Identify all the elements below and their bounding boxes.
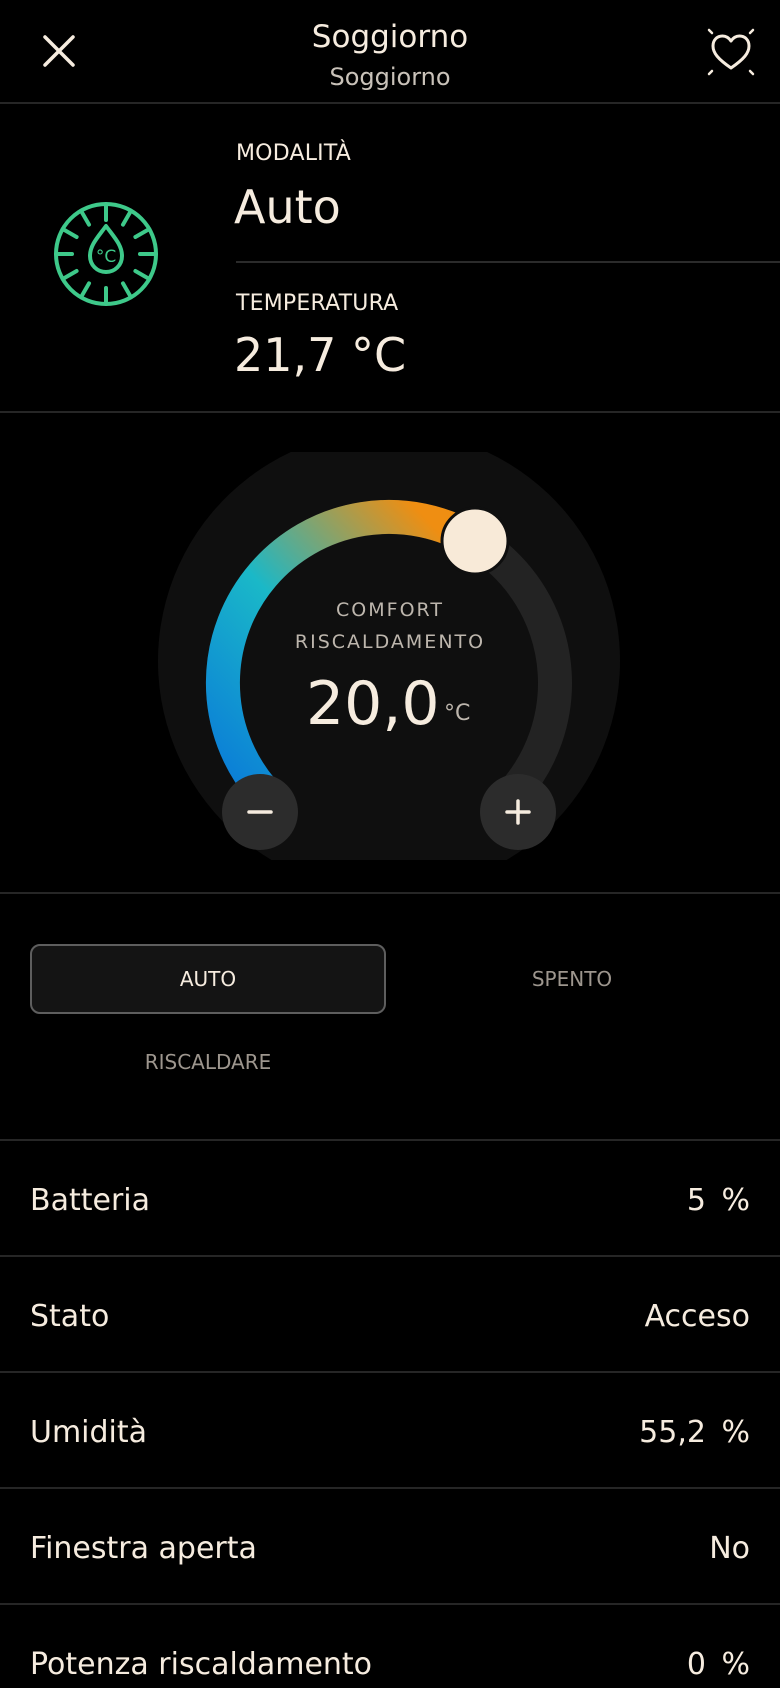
attribute-value: Acceso — [644, 1298, 750, 1334]
decrease-button[interactable] — [222, 774, 298, 850]
thermostat-icon-text: °C — [96, 247, 116, 267]
attribute-label: Finestra aperta — [30, 1530, 257, 1566]
dial-label-line1: COMFORT — [336, 599, 444, 621]
setpoint-unit: °C — [444, 701, 471, 726]
attribute-value: 5 % — [686, 1182, 750, 1218]
attribute-value: No — [709, 1530, 750, 1566]
attribute-row-heating-power: Potenza riscaldamento 0 % — [0, 1606, 780, 1688]
dial-bottom-divider — [0, 892, 780, 894]
row-divider — [0, 1603, 780, 1605]
info-bottom-divider — [0, 411, 780, 413]
mode-option-auto[interactable]: AUTO — [30, 944, 386, 1014]
heart-sparkle-icon — [707, 28, 755, 76]
page-title: Soggiorno — [311, 19, 469, 55]
temperature-value: 21,7 °C — [234, 328, 407, 382]
close-button[interactable] — [30, 22, 88, 80]
attribute-row-humidity: Umidità 55,2 % — [0, 1374, 780, 1490]
header-divider — [0, 102, 780, 104]
page-subtitle: Soggiorno — [329, 63, 451, 91]
row-divider — [0, 1487, 780, 1489]
thermostat-icon: °C — [54, 202, 158, 306]
dial-handle[interactable] — [440, 506, 510, 576]
close-icon — [43, 35, 75, 67]
attribute-label: Batteria — [30, 1182, 150, 1218]
minus-icon — [247, 810, 273, 814]
attribute-row-battery: Batteria 5 % — [0, 1142, 780, 1258]
attribute-label: Potenza riscaldamento — [30, 1646, 373, 1682]
mode-option-riscaldare[interactable]: RISCALDARE — [30, 1027, 386, 1097]
row-divider — [0, 1255, 780, 1257]
increase-button[interactable] — [480, 774, 556, 850]
modes-bottom-divider — [0, 1139, 780, 1141]
attribute-label: Umidità — [30, 1414, 148, 1450]
info-divider — [236, 261, 780, 263]
attribute-row-window: Finestra aperta No — [0, 1490, 780, 1606]
attribute-row-state: Stato Acceso — [0, 1258, 780, 1374]
mode-label: MODALITÀ — [236, 141, 352, 166]
temperature-label: TEMPERATURA — [236, 291, 399, 316]
mode-value: Auto — [234, 180, 341, 234]
setpoint-value: 20,0 — [306, 669, 440, 739]
dial-label-line2: RISCALDAMENTO — [294, 631, 486, 653]
attribute-value: 55,2 % — [639, 1414, 750, 1450]
plus-icon — [505, 799, 531, 825]
mode-option-spento[interactable]: SPENTO — [394, 944, 750, 1014]
attribute-value: 0 % — [686, 1646, 750, 1682]
favorite-button[interactable] — [700, 22, 762, 82]
attribute-label: Stato — [30, 1298, 110, 1334]
row-divider — [0, 1371, 780, 1373]
